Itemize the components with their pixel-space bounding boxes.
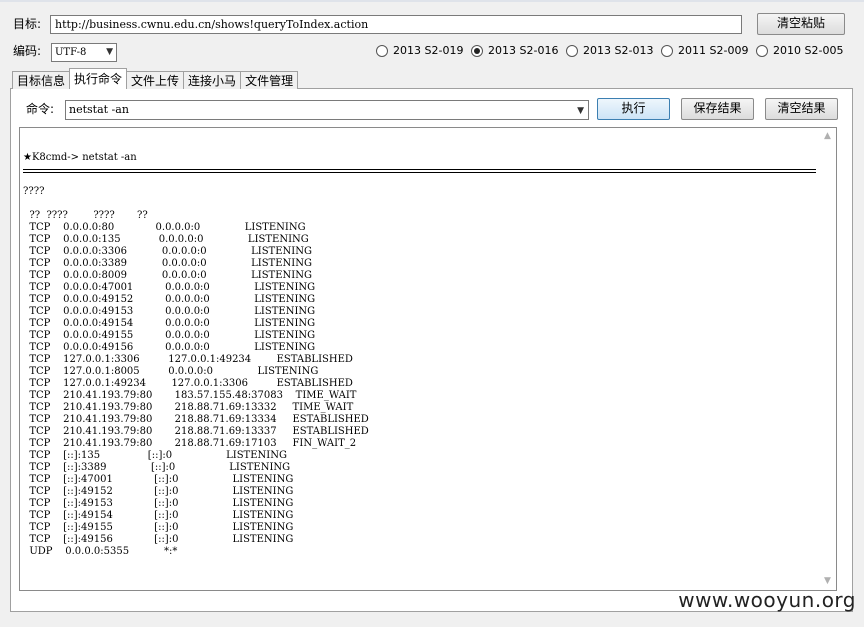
exploit-label: 2010 S2-005 bbox=[773, 44, 844, 57]
radio-button-checked-icon bbox=[471, 45, 483, 57]
tab-file-upload[interactable]: 文件上传 bbox=[126, 71, 185, 89]
output-divider bbox=[23, 172, 816, 173]
encoding-select[interactable]: UTF-8 ▼ bbox=[51, 43, 117, 62]
clear-paste-button[interactable]: 清空粘贴 bbox=[757, 13, 845, 35]
exploit-label: 2011 S2-009 bbox=[678, 44, 749, 57]
output-prompt: ★K8cmd-> netstat -an bbox=[23, 152, 137, 163]
exploit-label: 2013 S2-016 bbox=[488, 44, 559, 57]
save-results-button[interactable]: 保存结果 bbox=[681, 98, 754, 120]
command-value: netstat -an bbox=[69, 103, 129, 116]
exploit-label: 2013 S2-013 bbox=[583, 44, 654, 57]
exploit-radio-2011-s2-009[interactable]: 2011 S2-009 bbox=[661, 43, 748, 59]
output-divider bbox=[23, 169, 816, 170]
command-output-area[interactable]: ★K8cmd-> netstat -an ???? ?? ???? ???? ?… bbox=[19, 127, 837, 591]
radio-button-icon bbox=[661, 45, 673, 57]
target-url-input[interactable]: http://business.cwnu.edu.cn/shows!queryT… bbox=[50, 15, 742, 34]
exploit-radio-2013-s2-013[interactable]: 2013 S2-013 bbox=[566, 43, 653, 59]
execute-button[interactable]: 执行 bbox=[597, 98, 670, 120]
radio-button-icon bbox=[566, 45, 578, 57]
chevron-down-icon: ▼ bbox=[106, 47, 113, 57]
vertical-scrollbar[interactable]: ▲ ▼ bbox=[819, 128, 836, 590]
output-text: ???? ?? ???? ???? ?? TCP 0.0.0.0:80 0.0.… bbox=[23, 186, 369, 557]
command-input[interactable]: netstat -an ▼ bbox=[65, 100, 589, 120]
tab-target-info[interactable]: 目标信息 bbox=[12, 71, 71, 89]
tab-execute-command[interactable]: 执行命令 bbox=[69, 68, 128, 89]
scroll-up-icon[interactable]: ▲ bbox=[819, 128, 836, 145]
exploit-radio-2013-s2-019[interactable]: 2013 S2-019 bbox=[376, 43, 463, 59]
chevron-down-icon: ▼ bbox=[577, 106, 584, 116]
window-top-border bbox=[0, 0, 864, 2]
tab-file-manager[interactable]: 文件管理 bbox=[240, 71, 299, 89]
watermark: www.wooyun.org bbox=[678, 588, 856, 612]
tab-bar: 目标信息 执行命令 文件上传 连接小马 文件管理 bbox=[12, 68, 299, 89]
tab-connect-webshell[interactable]: 连接小马 bbox=[183, 71, 242, 89]
radio-button-icon bbox=[376, 45, 388, 57]
command-label: 命令: bbox=[26, 102, 55, 116]
encoding-label: 编码: bbox=[13, 44, 42, 58]
exploit-label: 2013 S2-019 bbox=[393, 44, 464, 57]
exploit-radio-2010-s2-005[interactable]: 2010 S2-005 bbox=[756, 43, 843, 59]
encoding-value: UTF-8 bbox=[55, 47, 87, 58]
clear-results-button[interactable]: 清空结果 bbox=[765, 98, 838, 120]
target-label: 目标: bbox=[13, 17, 42, 31]
radio-button-icon bbox=[756, 45, 768, 57]
exploit-radio-2013-s2-016[interactable]: 2013 S2-016 bbox=[471, 43, 558, 59]
